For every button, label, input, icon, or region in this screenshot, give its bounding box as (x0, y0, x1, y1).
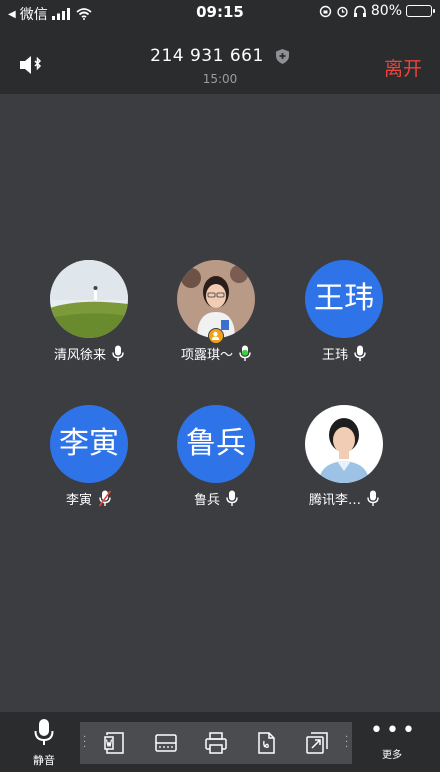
participant-name: 项露琪～ (180, 348, 233, 363)
word-doc-button[interactable] (100, 728, 130, 758)
mute-button[interactable]: 静音 (22, 718, 66, 768)
rotation-lock-icon (319, 5, 332, 17)
scanner-button[interactable] (151, 728, 181, 758)
participant-name: 李寅 (65, 493, 92, 508)
portrait-photo-avatar (305, 405, 383, 483)
status-right: 80% (319, 3, 435, 19)
landscape-photo-avatar (50, 260, 128, 338)
participant-name: 鲁兵 (193, 493, 220, 508)
participant-tile[interactable]: 项露琪～ (161, 260, 271, 363)
word-doc-icon (104, 732, 124, 754)
pdf-button[interactable] (251, 728, 281, 758)
drag-handle-right[interactable]: · · · (345, 733, 349, 753)
scanner-icon (154, 734, 177, 752)
name-row: 鲁兵 (161, 489, 271, 508)
microphone-icon (354, 345, 366, 361)
avatar (177, 260, 255, 338)
microphone-icon (367, 490, 379, 506)
participant-tile[interactable]: 腾讯李… (289, 405, 399, 508)
drag-handle-left[interactable]: · · · (83, 733, 87, 753)
status-bar: ◀ 微信 09:15 80% (0, 0, 440, 26)
pdf-icon (258, 732, 276, 754)
avatar (50, 260, 128, 338)
battery-percent: 80% (370, 3, 402, 19)
floating-toolbar: · · · · · · (80, 722, 352, 764)
mute-label: 静音 (33, 754, 55, 767)
more-button[interactable]: ••• 更多 (370, 718, 418, 762)
participant-name: 腾讯李… (308, 493, 361, 508)
shield-plus-icon (275, 49, 289, 64)
avatar: 李寅 (50, 405, 128, 483)
meeting-id: 214 931 661 (150, 46, 264, 66)
meeting-id-row: 214 931 661 (0, 46, 440, 66)
alarm-icon (337, 6, 348, 17)
participant-name: 清风徐来 (53, 348, 106, 363)
participant-tile[interactable]: 鲁兵 鲁兵 (161, 405, 271, 508)
microphone-speaking-icon (239, 345, 251, 361)
microphone-icon (112, 345, 124, 361)
meeting-header: 214 931 661 15:00 离开 (0, 26, 440, 94)
participant-grid: 清风徐来 项露琪～ 王玮 王玮 李寅 李寅 鲁兵 鲁兵 腾讯李… (0, 94, 440, 712)
participant-tile[interactable]: 王玮 王玮 (289, 260, 399, 363)
participant-tile[interactable]: 清风徐来 (34, 260, 144, 363)
portrait-photo-avatar (177, 260, 255, 338)
name-row: 清风徐来 (34, 344, 144, 363)
meeting-duration: 15:00 (202, 72, 238, 86)
name-row: 李寅 (34, 489, 144, 508)
name-row: 项露琪～ (161, 344, 271, 363)
headphones-icon (353, 5, 366, 17)
resize-icon (306, 732, 328, 754)
host-badge-icon (208, 328, 224, 344)
resize-button[interactable] (302, 728, 332, 758)
more-label: 更多 (382, 750, 402, 761)
microphone-icon (34, 719, 54, 745)
participant-tile[interactable]: 李寅 李寅 (34, 405, 144, 508)
battery-icon (406, 5, 435, 17)
avatar: 王玮 (305, 260, 383, 338)
participant-name: 王玮 (321, 348, 348, 363)
microphone-icon (226, 490, 238, 506)
leave-button[interactable]: 离开 (384, 54, 422, 81)
printer-button[interactable] (201, 728, 231, 758)
printer-icon (205, 732, 227, 754)
microphone-muted-icon (98, 490, 112, 507)
name-row: 王玮 (289, 344, 399, 363)
name-row: 腾讯李… (289, 489, 399, 508)
more-dots-icon: ••• (370, 718, 418, 743)
avatar: 鲁兵 (177, 405, 255, 483)
avatar (305, 405, 383, 483)
